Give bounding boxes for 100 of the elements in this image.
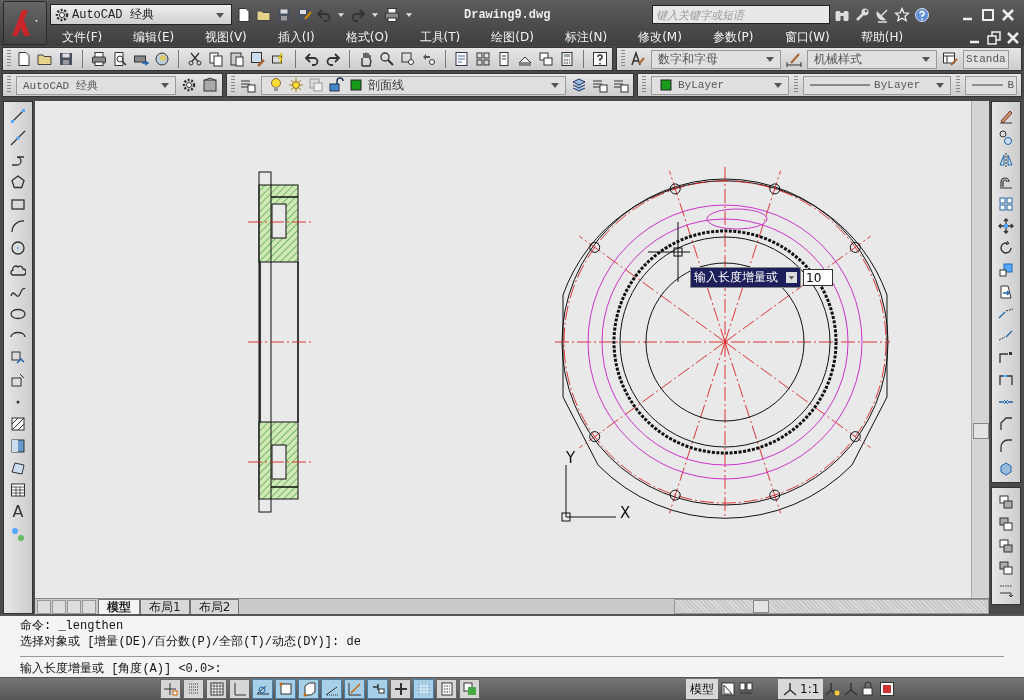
dimension-style-icon[interactable] bbox=[786, 51, 802, 67]
object-tracking-toggle[interactable] bbox=[321, 679, 342, 699]
dynamic-input-toggle[interactable] bbox=[367, 679, 388, 699]
text-style-dropdown[interactable]: 数字和字母 bbox=[651, 49, 781, 69]
search-field[interactable]: 键入关键字或短语 bbox=[652, 5, 830, 24]
star-icon[interactable] bbox=[894, 6, 910, 23]
array-icon[interactable] bbox=[998, 196, 1014, 212]
workspace-dropdown[interactable]: AutoCAD 经典 bbox=[50, 4, 232, 25]
layer-state-icon[interactable] bbox=[613, 77, 629, 93]
ortho-toggle[interactable] bbox=[229, 679, 250, 699]
text-tool[interactable]: A bbox=[12, 504, 24, 520]
layout-tab[interactable]: 模型 bbox=[98, 599, 140, 614]
layer-properties-icon[interactable] bbox=[240, 77, 256, 93]
offset-icon[interactable] bbox=[998, 174, 1014, 190]
printer-icon[interactable] bbox=[384, 6, 400, 23]
color-dropdown[interactable]: ByLayer bbox=[651, 75, 790, 95]
object-snap-toggle[interactable] bbox=[275, 679, 296, 699]
redo-icon[interactable] bbox=[325, 51, 341, 67]
hatch-icon[interactable] bbox=[10, 416, 26, 432]
save-icon[interactable] bbox=[58, 51, 74, 67]
menu-item[interactable]: 格式(O) bbox=[333, 29, 389, 46]
match-properties-icon[interactable] bbox=[250, 51, 266, 67]
layout-tab[interactable]: 布局2 bbox=[189, 599, 240, 614]
new-file-icon[interactable] bbox=[16, 51, 32, 67]
bring-to-front-icon[interactable] bbox=[998, 494, 1014, 510]
zoom-realtime-icon[interactable] bbox=[379, 51, 395, 67]
clean-screen-icon[interactable] bbox=[879, 681, 896, 697]
table-style-dropdown[interactable]: Standa bbox=[963, 49, 1009, 69]
grid-display-toggle[interactable] bbox=[206, 679, 227, 699]
pan-icon[interactable] bbox=[358, 51, 374, 67]
arc-icon[interactable] bbox=[10, 218, 26, 234]
menu-item[interactable]: 标注(N) bbox=[552, 29, 608, 46]
layer-dropdown[interactable]: 剖面线 bbox=[261, 75, 566, 95]
linetype-dropdown[interactable]: ByLayer bbox=[803, 75, 951, 95]
model-space-label[interactable]: 模型 bbox=[686, 679, 718, 699]
menu-item[interactable]: 编辑(E) bbox=[121, 29, 175, 46]
menu-item[interactable]: 工具(T) bbox=[407, 29, 461, 46]
calculator-icon[interactable] bbox=[559, 51, 575, 67]
selection-cycling-toggle[interactable] bbox=[459, 679, 480, 699]
print-preview-icon[interactable] bbox=[112, 51, 128, 67]
3d-object-snap-toggle[interactable] bbox=[298, 679, 319, 699]
close-icon[interactable] bbox=[1005, 29, 1021, 46]
menu-item[interactable]: 窗口(W) bbox=[772, 29, 830, 46]
restore-icon[interactable] bbox=[986, 29, 1002, 46]
menu-item[interactable]: 修改(M) bbox=[626, 29, 682, 46]
save-as-icon[interactable] bbox=[296, 6, 312, 23]
scroll-thumb[interactable] bbox=[973, 423, 989, 439]
gear-icon[interactable] bbox=[181, 77, 197, 93]
undo-icon[interactable] bbox=[304, 51, 320, 67]
polar-tracking-toggle[interactable] bbox=[252, 679, 273, 699]
break-at-point-icon[interactable] bbox=[998, 350, 1014, 366]
help-icon[interactable] bbox=[592, 51, 608, 67]
previous-layer-icon[interactable] bbox=[592, 77, 608, 93]
viewports-icon[interactable] bbox=[738, 681, 754, 697]
stretch-icon[interactable] bbox=[998, 284, 1014, 300]
insert-block-icon[interactable] bbox=[10, 350, 26, 366]
section-view-drawing[interactable] bbox=[247, 171, 313, 513]
menu-item[interactable]: 参数(P) bbox=[700, 29, 754, 46]
scale-icon[interactable] bbox=[998, 262, 1014, 278]
line-icon[interactable] bbox=[10, 108, 26, 124]
printer-icon[interactable] bbox=[91, 51, 107, 67]
bring-above-icon[interactable] bbox=[998, 538, 1014, 554]
application-menu-button[interactable] bbox=[3, 1, 47, 45]
ellipse-icon[interactable] bbox=[10, 306, 26, 322]
wrench-icon[interactable] bbox=[854, 6, 870, 23]
horizontal-scrollbar[interactable] bbox=[674, 599, 989, 614]
open-folder-icon[interactable] bbox=[37, 51, 53, 67]
revision-cloud-icon[interactable] bbox=[10, 262, 26, 278]
drawing-canvas[interactable]: Y X 输入长度增量或 10 bbox=[35, 101, 971, 598]
lineweight-dropdown[interactable]: B bbox=[965, 75, 1017, 95]
annotation-scale-dropdown[interactable]: 1:1 bbox=[778, 679, 824, 699]
layout-tab[interactable]: 布局1 bbox=[140, 599, 190, 614]
rectangle-icon[interactable] bbox=[10, 196, 26, 212]
lineweight-toggle[interactable] bbox=[390, 679, 411, 699]
make-block-icon[interactable] bbox=[10, 372, 26, 388]
dynamic-input-field[interactable]: 10 bbox=[803, 269, 833, 286]
new-file-icon[interactable] bbox=[236, 6, 252, 23]
grid-toggle[interactable] bbox=[183, 679, 204, 699]
dynamic-ucs-toggle[interactable] bbox=[344, 679, 365, 699]
send-to-back-icon[interactable] bbox=[998, 516, 1014, 532]
transparency-toggle[interactable] bbox=[413, 679, 434, 699]
maximize-icon[interactable] bbox=[980, 6, 996, 23]
gradient-icon[interactable] bbox=[10, 438, 26, 454]
copy-icon[interactable] bbox=[208, 51, 224, 67]
circle-icon[interactable] bbox=[10, 240, 26, 256]
mirror-icon[interactable] bbox=[998, 152, 1014, 168]
menu-item[interactable]: 文件(F) bbox=[50, 29, 103, 46]
construction-line-icon[interactable] bbox=[10, 130, 26, 146]
paste-icon[interactable] bbox=[229, 51, 245, 67]
copy-object-icon[interactable] bbox=[998, 130, 1014, 146]
eraser-icon[interactable] bbox=[998, 108, 1014, 124]
menu-item[interactable]: 插入(I) bbox=[265, 29, 315, 46]
tool-palettes-icon[interactable] bbox=[496, 51, 512, 67]
quick-properties-toggle[interactable] bbox=[436, 679, 457, 699]
fillet-icon[interactable] bbox=[998, 438, 1014, 454]
dimension-style-dropdown[interactable]: 机械样式 bbox=[807, 49, 937, 69]
menu-item[interactable]: 视图(V) bbox=[193, 29, 247, 46]
explode-icon[interactable] bbox=[998, 460, 1014, 476]
cut-icon[interactable] bbox=[187, 51, 203, 67]
save-icon[interactable] bbox=[276, 6, 292, 23]
